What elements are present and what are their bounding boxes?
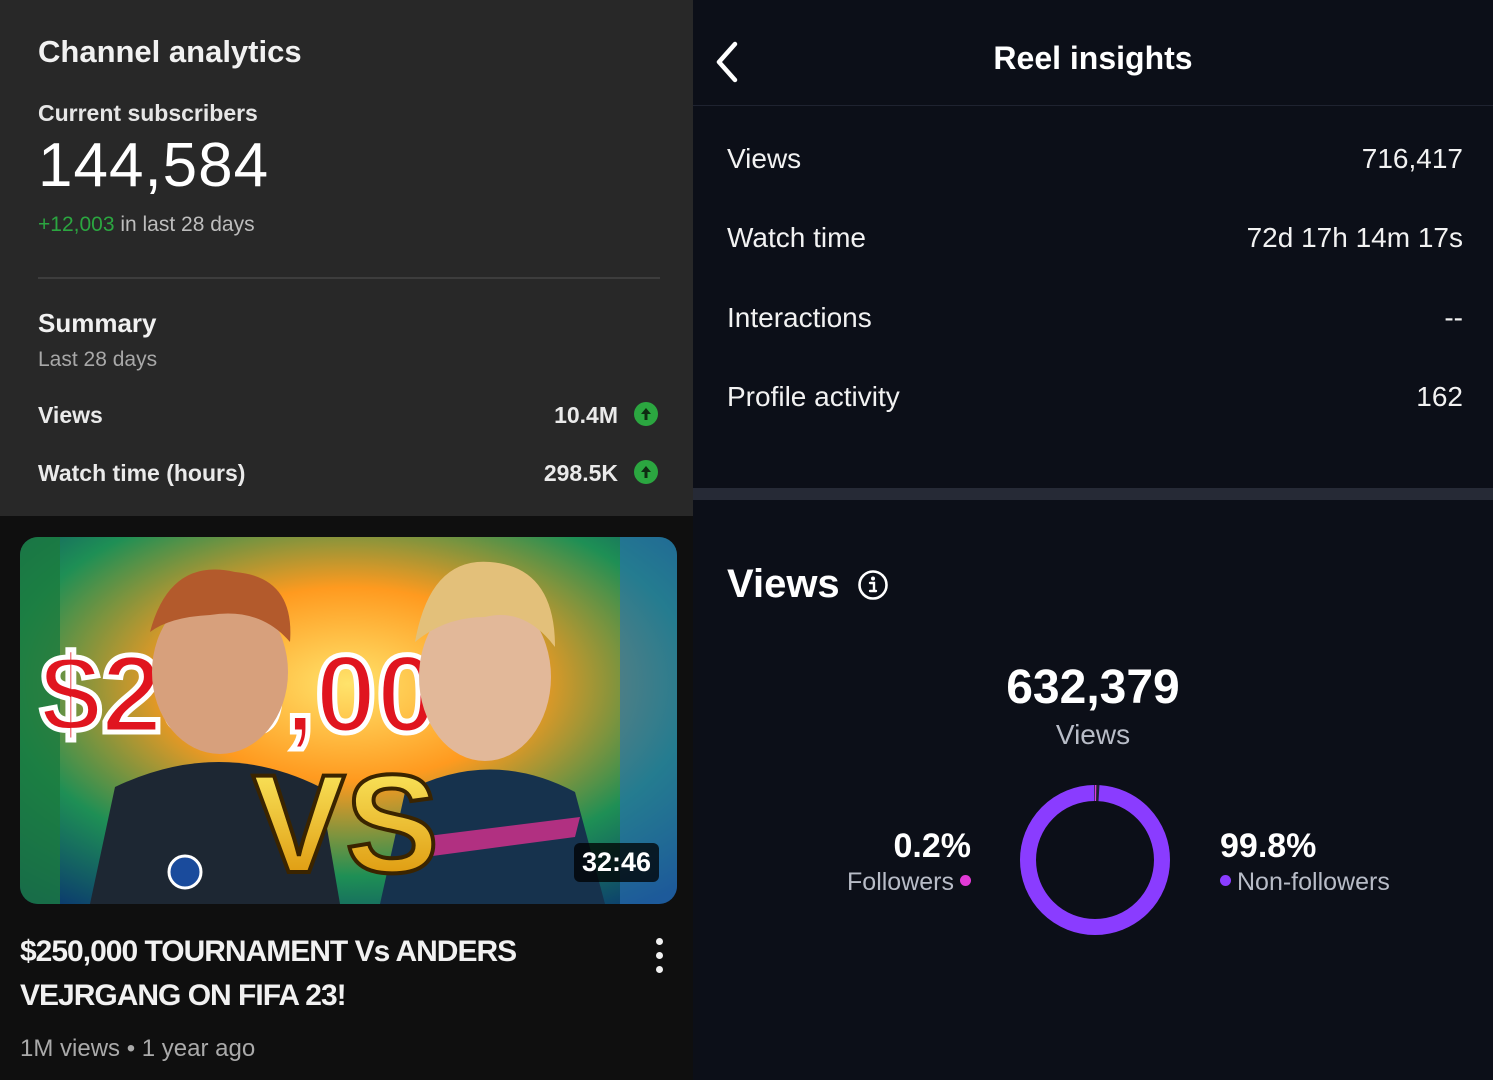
metric-views[interactable]: Views 10.4M <box>38 400 660 432</box>
video-duration: 32:46 <box>573 843 659 882</box>
channel-analytics-title: Channel analytics <box>38 34 302 69</box>
insight-value: 72d 17h 14m 17s <box>1246 222 1463 253</box>
trend-up-icon <box>634 460 658 484</box>
followers-dot <box>960 874 971 886</box>
summary-title: Summary <box>38 308 157 338</box>
back-arrow-icon[interactable] <box>711 40 741 84</box>
youtube-analytics-panel: Channel analytics Current subscribers 14… <box>0 0 693 1080</box>
followers-label: Followers <box>847 868 954 896</box>
non-followers-legend: 99.8% Non-followers <box>1220 826 1390 898</box>
insight-label: Views <box>727 143 802 174</box>
insight-row-interactions[interactable]: Interactions -- <box>727 302 1463 342</box>
insight-value: -- <box>1444 302 1463 333</box>
subscribers-delta: +12,003 in last 28 days <box>38 213 255 237</box>
metric-watch-time[interactable]: Watch time (hours) 298.5K <box>38 458 660 490</box>
metric-label: Views <box>38 402 103 428</box>
info-icon[interactable] <box>857 569 889 601</box>
summary-period: Last 28 days <box>38 348 158 371</box>
insight-label: Profile activity <box>727 381 900 412</box>
video-thumbnail[interactable]: $250,000 VS 32:46 <box>20 537 677 904</box>
views-section-heading: Views <box>727 562 840 606</box>
non-followers-dot <box>1220 874 1231 886</box>
followers-legend: 0.2% Followers <box>847 826 971 898</box>
insight-label: Interactions <box>727 302 872 333</box>
video-title[interactable]: $250,000 TOURNAMENT Vs ANDERS VEJRGANG O… <box>20 930 620 1018</box>
more-options-icon[interactable] <box>645 936 673 976</box>
insight-row-views: Views 716,417 <box>727 143 1463 183</box>
section-divider <box>693 488 1493 500</box>
insight-row-watch-time: Watch time 72d 17h 14m 17s <box>727 222 1463 262</box>
metric-label: Watch time (hours) <box>38 460 246 486</box>
reel-insights-header: Reel insights <box>693 0 1493 106</box>
current-subscribers-count: 144,584 <box>38 131 270 200</box>
subscribers-delta-value: +12,003 <box>38 213 115 236</box>
insight-value: 716,417 <box>1361 143 1463 174</box>
followers-donut-chart <box>1020 785 1170 935</box>
metric-value: 10.4M <box>554 402 618 428</box>
divider <box>38 277 660 279</box>
views-total: 632,379 <box>1006 661 1180 714</box>
channel-analytics-card[interactable]: Channel analytics Current subscribers 14… <box>0 0 693 516</box>
reel-insights-panel: Reel insights Views 716,417 Watch time 7… <box>693 0 1493 1080</box>
insight-row-profile-activity[interactable]: Profile activity 162 <box>727 381 1463 421</box>
non-followers-percent: 99.8% <box>1220 827 1317 865</box>
non-followers-segment <box>1020 785 1170 935</box>
insight-label: Watch time <box>727 222 866 253</box>
views-total-label: Views <box>1055 719 1131 750</box>
non-followers-label: Non-followers <box>1237 868 1390 896</box>
insight-value: 162 <box>1416 381 1463 412</box>
metric-value: 298.5K <box>543 460 618 486</box>
subscribers-delta-suffix: in last 28 days <box>114 213 255 236</box>
video-meta: 1M views • 1 year ago <box>20 1035 256 1062</box>
trend-up-icon <box>634 402 658 426</box>
page-title: Reel insights <box>993 40 1193 76</box>
followers-percent: 0.2% <box>893 827 972 865</box>
current-subscribers-label: Current subscribers <box>38 100 258 126</box>
thumbnail-vs-text: VS <box>252 745 439 902</box>
